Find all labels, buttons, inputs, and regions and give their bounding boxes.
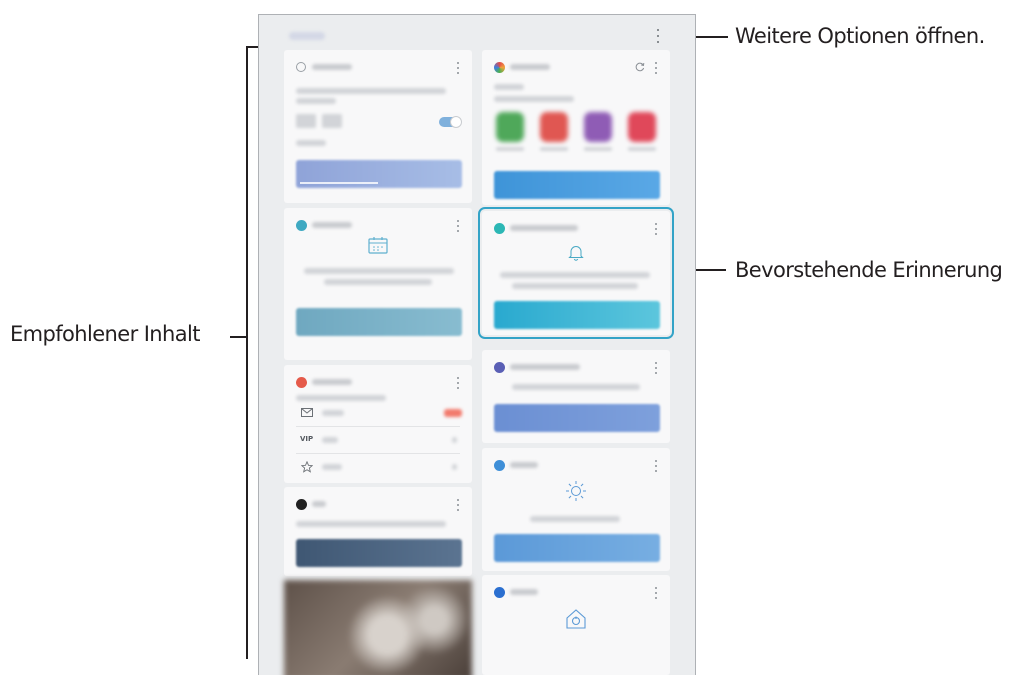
card-app-icon: [296, 62, 306, 72]
card-text-line: [296, 395, 386, 401]
card-title: [510, 225, 578, 231]
row-label: [322, 464, 342, 470]
toggle-knob: [450, 116, 462, 128]
card-text-line: [494, 96, 574, 102]
callout-upcoming-reminder: Bevorstehende Erinnerung: [735, 258, 1003, 282]
row-divider: [296, 453, 460, 454]
row-divider: [296, 426, 460, 427]
suggested-app-4[interactable]: [628, 112, 656, 142]
app-label: [496, 147, 524, 151]
unread-badge: [444, 409, 462, 417]
app-label: [628, 147, 656, 151]
card-chip: [296, 114, 316, 128]
card-menu-icon[interactable]: [457, 62, 460, 74]
row-label: [322, 437, 338, 443]
card-menu-icon[interactable]: [655, 362, 658, 374]
card-text-line: [296, 140, 326, 146]
clock-app-icon: [296, 499, 307, 510]
card-action-button[interactable]: [494, 301, 660, 329]
card-smart-home[interactable]: [482, 575, 670, 675]
calendar-icon: [368, 237, 388, 254]
card-text-line: [296, 88, 446, 94]
card-action-button[interactable]: [494, 404, 660, 432]
card-text-line: [494, 84, 524, 90]
card-title: [312, 222, 352, 228]
smart-home-app-icon: [494, 587, 505, 598]
refresh-icon[interactable]: [635, 62, 645, 72]
suggestion-app-icon: [494, 362, 505, 373]
card-menu-icon[interactable]: [655, 223, 658, 235]
card-text-line: [304, 268, 454, 274]
card-text-line: [296, 521, 446, 527]
sun-icon: [566, 481, 586, 501]
bracket-recommended-vertical: [246, 46, 248, 659]
card-suggestion[interactable]: [482, 350, 670, 443]
card-apps[interactable]: [482, 50, 670, 205]
card-menu-icon[interactable]: [457, 220, 460, 232]
app-label: [584, 147, 612, 151]
card-text-line: [500, 272, 650, 278]
row-count: [452, 437, 457, 443]
card-menu-icon[interactable]: [655, 62, 658, 74]
device-screen: VIP: [258, 14, 696, 675]
card-title: [510, 589, 538, 595]
card-menu-icon[interactable]: [655, 460, 658, 472]
apps-card-icon: [494, 62, 505, 73]
card-clock[interactable]: [284, 487, 472, 576]
email-app-icon: [296, 377, 307, 388]
card-title: [312, 64, 352, 70]
photo-card-image[interactable]: [284, 580, 472, 675]
card-action-button[interactable]: [296, 539, 462, 567]
card-text-line: [512, 384, 640, 390]
suggested-app-1[interactable]: [496, 112, 524, 142]
card-title: [312, 379, 352, 385]
callout-more-options: Weitere Optionen öffnen.: [735, 24, 985, 48]
star-icon: [301, 461, 313, 473]
card-text-line: [296, 98, 336, 104]
callout-recommended-content: Empfohlener Inhalt: [10, 322, 200, 346]
card-menu-icon[interactable]: [457, 499, 460, 511]
suggested-app-2[interactable]: [540, 112, 568, 142]
card-calendar[interactable]: [284, 208, 472, 360]
card-text-line: [530, 516, 620, 522]
card-action-button[interactable]: [494, 171, 660, 199]
weather-app-icon: [494, 460, 505, 471]
card-chip: [322, 114, 342, 128]
row-label: [322, 410, 344, 416]
calendar-app-icon: [296, 220, 307, 231]
suggested-app-3[interactable]: [584, 112, 612, 142]
row-count: [452, 464, 457, 470]
card-action-button[interactable]: [296, 308, 462, 336]
screen-title: [289, 32, 325, 40]
card-title: [510, 64, 550, 70]
bell-icon: [568, 246, 584, 261]
more-options-icon[interactable]: [653, 29, 663, 43]
bracket-recommended-tick: [230, 336, 246, 338]
mail-icon: [301, 408, 313, 417]
card-menu-icon[interactable]: [457, 377, 460, 389]
vip-label: VIP: [300, 435, 314, 443]
card-action-button[interactable]: [494, 534, 660, 562]
card-title: [510, 364, 580, 370]
reminder-app-icon: [494, 223, 505, 234]
card-settings[interactable]: [284, 50, 472, 203]
progress-bar: [300, 182, 378, 184]
card-upcoming-reminder[interactable]: [478, 207, 674, 339]
card-weather[interactable]: [482, 448, 670, 571]
home-icon: [566, 609, 586, 629]
card-title: [510, 462, 538, 468]
toggle-switch[interactable]: [439, 116, 462, 128]
card-text-line: [324, 279, 432, 285]
card-text-line: [512, 283, 638, 289]
card-title: [312, 501, 326, 507]
app-label: [540, 147, 568, 151]
card-email[interactable]: VIP: [284, 365, 472, 483]
card-menu-icon[interactable]: [655, 587, 658, 599]
